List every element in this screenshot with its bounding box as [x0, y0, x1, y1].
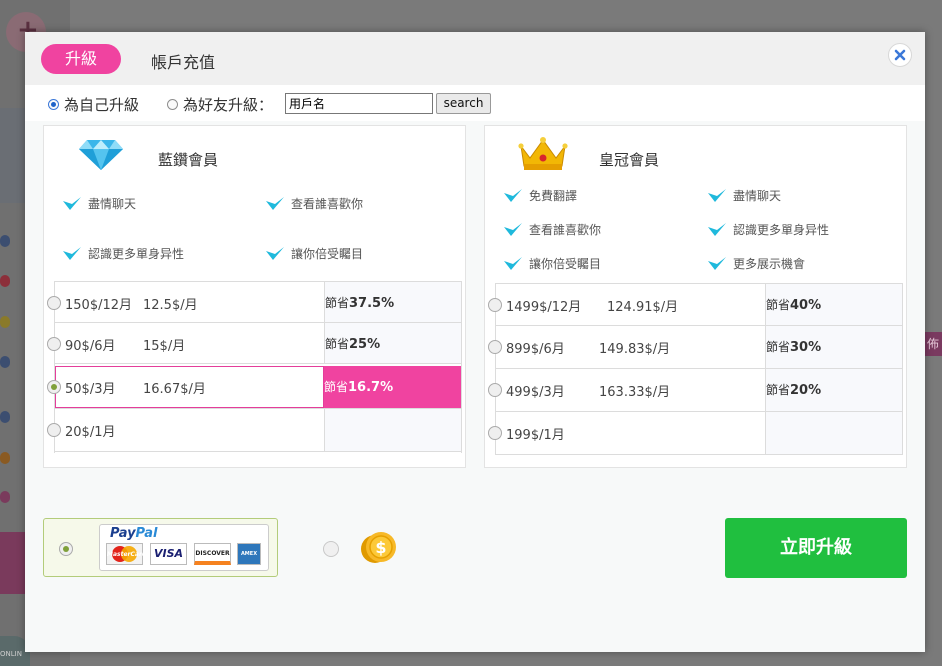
upgrade-self-label: 為自己升級	[64, 96, 140, 114]
paypal-card-logos: PayPal MasterCard VISA DISCOVER AMEX	[99, 524, 269, 571]
blue-price-radio[interactable]	[47, 296, 61, 310]
price-total: 20$/1月	[65, 425, 116, 440]
price-monthly: 12.5$/月	[143, 298, 198, 313]
check-icon	[708, 188, 726, 202]
search-button[interactable]: search	[436, 93, 491, 114]
upgrade-friend-label: 為好友升級：	[183, 96, 274, 114]
crown-plan: 皇冠會員 免費翻譯 盡情聊天 查看誰喜歡你 認識更多單身异性 讓你倍受矚目 更多…	[484, 125, 907, 468]
price-total: 899$/6月	[506, 342, 565, 357]
crown-price-radio[interactable]	[488, 426, 502, 440]
blue-feature: 盡情聊天	[62, 195, 136, 212]
blue-feature: 查看誰喜歡你	[265, 195, 363, 212]
tab-upgrade[interactable]: 升級	[41, 44, 121, 74]
crown-feature: 更多展示機會	[707, 255, 805, 272]
crown-feature: 盡情聊天	[707, 187, 781, 204]
crown-price-table: 節省40% 1499$/12月 124.91$/月 節省30% 899$/6月 …	[488, 283, 903, 455]
upgrade-modal: 升級 帳戶充值 為自己升級 為好友升級： search	[25, 32, 925, 652]
price-total: 90$/6月	[65, 339, 116, 354]
crown-feature: 查看誰喜歡你	[503, 221, 601, 238]
check-icon	[63, 246, 81, 260]
coin-payment-option[interactable]: $	[323, 527, 403, 569]
crown-price-row[interactable]: 節省20% 499$/3月 163.33$/月	[488, 369, 902, 412]
check-icon	[708, 256, 726, 270]
upgrade-friend-radio[interactable]	[167, 99, 178, 110]
mastercard-logo: MasterCard	[106, 543, 146, 565]
crown-plan-title: 皇冠會員	[599, 151, 660, 169]
tab-recharge[interactable]: 帳戶充值	[151, 49, 215, 73]
upgrade-now-button[interactable]: 立即升級	[725, 518, 907, 578]
check-icon	[266, 246, 284, 260]
blue-feature: 讓你倍受矚目	[265, 245, 363, 262]
paypal-logo: PayPal	[110, 526, 158, 541]
price-monthly: 149.83$/月	[599, 342, 671, 357]
blue-feature: 認識更多單身异性	[62, 245, 184, 262]
blue-price-row[interactable]: 節省25% 90$/6月 15$/月	[47, 323, 461, 364]
crown-price-radio[interactable]	[488, 298, 502, 312]
discover-logo: DISCOVER	[194, 543, 231, 565]
crown-price-radio[interactable]	[488, 340, 502, 354]
upgrade-target-row: 為自己升級 為好友升級： search	[25, 85, 925, 121]
check-icon	[504, 256, 522, 270]
gold-coin-icon: $	[361, 532, 396, 563]
upgrade-self-radio[interactable]	[48, 99, 59, 110]
diamond-icon	[79, 140, 123, 170]
blue-price-radio[interactable]	[47, 380, 61, 394]
crown-icon	[518, 137, 568, 170]
blue-price-radio[interactable]	[47, 423, 61, 437]
upgrade-friend-option[interactable]: 為好友升級：	[167, 94, 273, 115]
blue-price-radio[interactable]	[47, 337, 61, 351]
modal-body: 為自己升級 為好友升級： search 藍鑽會員 盡情聊天	[25, 85, 925, 652]
upgrade-self-option[interactable]: 為自己升級	[48, 94, 139, 115]
visa-logo: VISA	[150, 543, 187, 565]
crown-feature: 讓你倍受矚目	[503, 255, 601, 272]
blue-price-row-selected[interactable]: 節省16.7% 50$/3月 16.67$/月	[47, 366, 461, 409]
coin-radio[interactable]	[323, 541, 339, 557]
modal-header: 升級 帳戶充值	[25, 32, 925, 85]
price-total: 199$/1月	[506, 428, 565, 443]
crown-feature: 認識更多單身异性	[707, 221, 829, 238]
blue-diamond-plan: 藍鑽會員 盡情聊天 查看誰喜歡你 認識更多單身异性 讓你倍受矚目 節省37.5%…	[43, 125, 466, 468]
background-side-tab: 佈	[924, 332, 942, 356]
paypal-payment-option[interactable]: PayPal MasterCard VISA DISCOVER AMEX	[43, 518, 278, 577]
price-monthly: 16.67$/月	[143, 382, 206, 397]
crown-price-row[interactable]: 節省40% 1499$/12月 124.91$/月	[488, 284, 902, 326]
price-total: 150$/12月	[65, 298, 133, 313]
blue-price-row[interactable]: 20$/1月	[47, 409, 461, 452]
check-icon	[708, 222, 726, 236]
check-icon	[504, 188, 522, 202]
crown-price-row[interactable]: 節省30% 899$/6月 149.83$/月	[488, 326, 902, 369]
check-icon	[266, 196, 284, 210]
price-total: 1499$/12月	[506, 300, 582, 315]
close-button[interactable]	[888, 43, 912, 67]
blue-price-table: 節省37.5% 150$/12月 12.5$/月 節省25% 90$/6月 15…	[47, 281, 462, 453]
friend-username-input[interactable]	[285, 93, 433, 114]
price-monthly: 163.33$/月	[599, 385, 671, 400]
price-total: 50$/3月	[65, 382, 116, 397]
crown-price-row[interactable]: 199$/1月	[488, 412, 902, 455]
crown-feature: 免費翻譯	[503, 187, 577, 204]
price-monthly: 124.91$/月	[607, 300, 679, 315]
close-icon	[894, 49, 906, 61]
crown-price-radio[interactable]	[488, 383, 502, 397]
price-total: 499$/3月	[506, 385, 565, 400]
price-monthly: 15$/月	[143, 339, 186, 354]
svg-text:$: $	[375, 538, 386, 557]
amex-logo: AMEX	[237, 543, 261, 565]
blue-plan-title: 藍鑽會員	[158, 151, 219, 169]
check-icon	[63, 196, 81, 210]
paypal-radio[interactable]	[59, 542, 73, 556]
blue-price-row[interactable]: 節省37.5% 150$/12月 12.5$/月	[47, 282, 461, 323]
check-icon	[504, 222, 522, 236]
